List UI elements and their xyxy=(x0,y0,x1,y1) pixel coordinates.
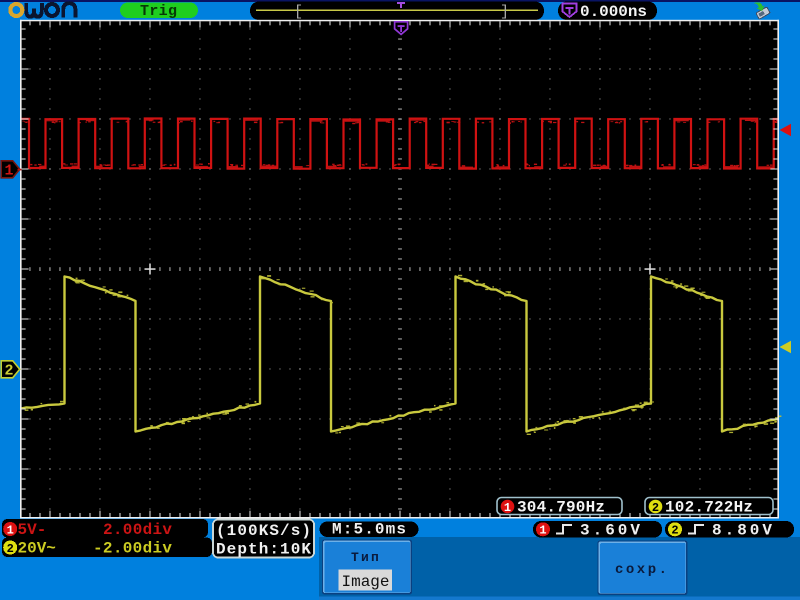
svg-text:304.790Hz: 304.790Hz xyxy=(517,499,605,517)
svg-text:Depth:10K: Depth:10K xyxy=(216,541,311,559)
svg-text:1: 1 xyxy=(504,501,511,515)
svg-text:Тип: Тип xyxy=(351,550,381,565)
svg-text:2: 2 xyxy=(671,524,678,538)
svg-text:-2.00div: -2.00div xyxy=(93,540,172,558)
svg-text:[: [ xyxy=(294,4,303,21)
svg-text:1: 1 xyxy=(7,523,14,537)
svg-text:3.60V: 3.60V xyxy=(580,522,640,540)
svg-text:2.00div: 2.00div xyxy=(103,521,172,539)
svg-text:5V-: 5V- xyxy=(18,521,47,539)
svg-text:Image: Image xyxy=(342,573,390,591)
svg-text:Trig: Trig xyxy=(140,3,177,20)
svg-text:0.000ns: 0.000ns xyxy=(580,3,647,21)
svg-text:2: 2 xyxy=(7,542,14,556)
svg-text:1: 1 xyxy=(539,524,546,538)
svg-text:2: 2 xyxy=(652,501,659,515)
svg-text:]: ] xyxy=(500,4,509,21)
svg-text:сохр.: сохр. xyxy=(615,562,670,578)
svg-text:8.80V: 8.80V xyxy=(712,522,772,540)
svg-text:M:5.0ms: M:5.0ms xyxy=(332,521,406,539)
svg-text:2: 2 xyxy=(5,363,14,380)
svg-text:102.722Hz: 102.722Hz xyxy=(665,499,753,517)
svg-text:20V~: 20V~ xyxy=(18,540,56,558)
svg-text:(100KS/s): (100KS/s) xyxy=(216,522,311,540)
svg-text:1: 1 xyxy=(5,163,14,180)
